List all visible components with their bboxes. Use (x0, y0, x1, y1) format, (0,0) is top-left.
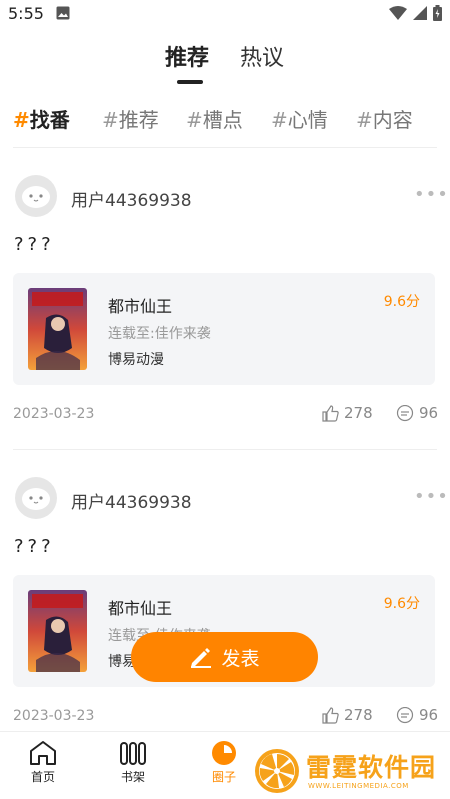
wifi-icon (389, 6, 407, 20)
thumbs-up-icon (322, 706, 339, 724)
comment-count: 96 (419, 706, 439, 724)
book-title: 都市仙王 (108, 599, 173, 618)
nav-bookshelf-label: 书架 (120, 770, 145, 784)
nav-circle-label: 圈子 (211, 770, 236, 784)
like-count: 278 (344, 404, 373, 422)
comment-icon (396, 706, 414, 723)
book-cover (28, 288, 87, 370)
publish-button[interactable]: 发表 (131, 632, 318, 682)
book-card[interactable]: 都市仙王 连载至:佳作来袭 博易动漫 9.6分 (13, 273, 435, 385)
like-button[interactable]: 278 (322, 404, 373, 422)
category-content[interactable]: #内容 (356, 104, 413, 133)
divider (13, 449, 437, 450)
status-time: 5:55 (8, 4, 44, 23)
book-score: 9.6分 (383, 596, 420, 612)
thumbs-up-icon (322, 404, 339, 422)
like-button[interactable]: 278 (322, 706, 373, 724)
comment-button[interactable]: 96 (396, 404, 438, 422)
category-find-anime[interactable]: #找番 (13, 104, 70, 133)
default-avatar-icon (22, 488, 50, 510)
circle-icon (212, 741, 236, 765)
nav-home[interactable]: 首页 (13, 740, 73, 785)
nav-bookshelf[interactable]: 书架 (103, 740, 163, 785)
watermark-text: 雷霆软件园 (306, 753, 437, 782)
status-icons (389, 5, 442, 21)
home-icon (30, 741, 56, 765)
more-options-icon[interactable]: ••• (414, 486, 449, 507)
top-tabs: 推荐 热议 (0, 40, 450, 88)
post-date: 2023-03-23 (13, 406, 95, 422)
comment-count: 96 (419, 404, 439, 422)
publish-label: 发表 (221, 647, 260, 670)
avatar[interactable] (15, 477, 57, 519)
like-count: 278 (344, 706, 373, 724)
book-score: 9.6分 (383, 294, 420, 310)
default-avatar-icon (22, 186, 50, 208)
post-text: ??? (14, 234, 55, 255)
watermark-url: WWW.LEITINGMEDIA.COM (308, 782, 409, 790)
image-icon (56, 6, 70, 20)
orange-logo-icon (255, 749, 299, 793)
more-options-icon[interactable]: ••• (414, 184, 449, 205)
username[interactable]: 用户44369938 (71, 488, 192, 513)
book-studio: 博易动漫 (108, 352, 164, 368)
post-text: ??? (14, 536, 55, 557)
nav-circle[interactable]: 圈子 (194, 740, 254, 785)
username[interactable]: 用户44369938 (71, 186, 192, 211)
pen-icon (191, 648, 212, 668)
book-cover (28, 590, 87, 672)
signal-icon (413, 6, 427, 20)
watermark: 雷霆软件园 WWW.LEITINGMEDIA.COM (252, 746, 450, 796)
comment-button[interactable]: 96 (396, 706, 438, 724)
comment-icon (396, 404, 414, 421)
active-tab-indicator (177, 80, 203, 84)
divider (13, 147, 437, 148)
tab-hot-discussion[interactable]: 热议 (240, 40, 284, 72)
book-progress: 连载至:佳作来袭 (108, 326, 211, 342)
category-mood[interactable]: #心情 (271, 104, 328, 133)
post-date: 2023-03-23 (13, 708, 95, 724)
tab-recommend[interactable]: 推荐 (165, 40, 209, 72)
status-bar: 5:55 (0, 0, 450, 28)
category-recommend[interactable]: #推荐 (102, 104, 159, 133)
category-complaints[interactable]: #槽点 (186, 104, 243, 133)
bookshelf-icon (120, 742, 146, 765)
book-title: 都市仙王 (108, 297, 173, 316)
battery-icon (433, 5, 442, 21)
category-tabs: #找番 #推荐 #槽点 #心情 #内容 (0, 104, 450, 134)
avatar[interactable] (15, 175, 57, 217)
nav-home-label: 首页 (30, 770, 55, 784)
